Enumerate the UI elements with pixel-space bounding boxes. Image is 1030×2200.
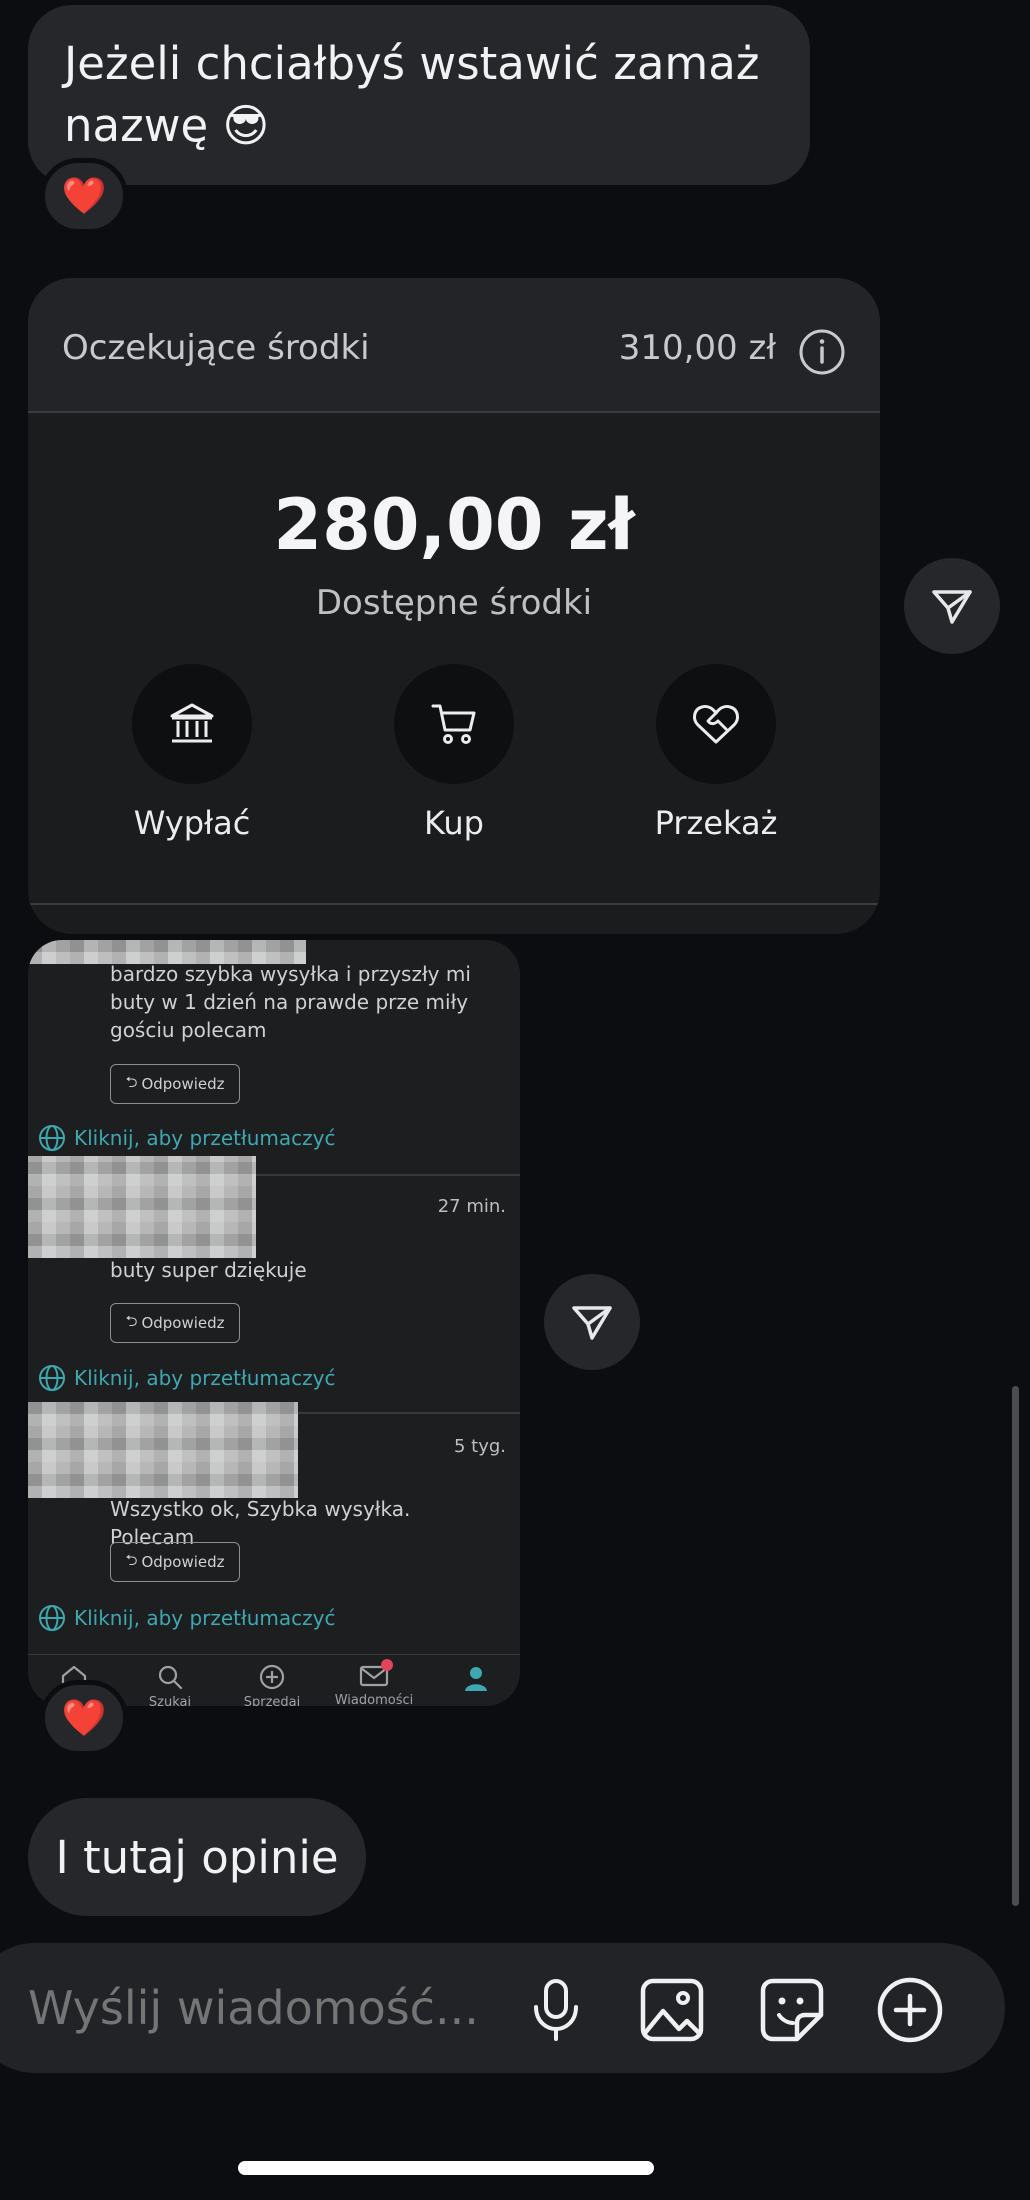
pending-funds-header: Oczekujące środki 310,00 zł: [28, 278, 880, 413]
message-bubble[interactable]: I tutaj opinie: [28, 1798, 366, 1916]
translate-link[interactable]: Kliknij, aby przetłumaczyć: [38, 1364, 335, 1392]
message-bubble[interactable]: Jeżeli chciałbyś wstawić zamaż nazwę 😎: [28, 5, 810, 185]
message-text: Jeżeli chciałbyś wstawić zamaż nazwę 😎: [64, 37, 760, 152]
translate-label: Kliknij, aby przetłumaczyć: [74, 1366, 336, 1390]
gallery-button[interactable]: [638, 1976, 706, 2044]
heart-reaction[interactable]: ❤️: [40, 158, 128, 234]
forward-button[interactable]: [904, 558, 1000, 654]
reviews-screenshot[interactable]: bardzo szybka wysyłka i przyszły mi buty…: [28, 940, 520, 1706]
review-time: 5 tyg.: [453, 1436, 506, 1457]
notification-dot: [381, 1659, 393, 1671]
more-button[interactable]: [876, 1976, 944, 2044]
tab-label: Wiadomości: [334, 1693, 414, 1706]
pending-funds-label: Oczekujące środki: [62, 328, 370, 368]
available-balance-label: Dostępne środki: [315, 583, 593, 623]
tab-search[interactable]: Szukaj: [120, 1663, 220, 1706]
reply-icon: ⮌: [125, 1550, 138, 1569]
sticker-button[interactable]: [758, 1976, 826, 2044]
review-text: bardzo szybka wysyłka i przyszły mi buty…: [110, 962, 471, 1042]
heart-icon: ❤️: [61, 1698, 107, 1739]
reply-label: Odpowiedz: [141, 1553, 225, 1571]
plus-circle-icon: [877, 1977, 943, 2043]
cart-icon: [431, 704, 476, 744]
withdraw-label: Wypłać: [133, 804, 251, 842]
globe-icon: [39, 1605, 65, 1631]
message-text: I tutaj opinie: [55, 1830, 339, 1884]
translate-label: Kliknij, aby przetłumaczyć: [74, 1126, 336, 1150]
tab-profile[interactable]: [426, 1663, 520, 1697]
message-composer: [0, 1943, 1005, 2073]
reply-label: Odpowiedz: [141, 1075, 225, 1093]
reply-button[interactable]: ⮌ Odpowiedz: [110, 1303, 240, 1343]
send-icon: [572, 1306, 612, 1340]
divider: [28, 903, 880, 905]
send-icon: [932, 590, 972, 624]
donate-button[interactable]: Przekaż: [596, 664, 836, 842]
heart-handshake-icon: [693, 705, 739, 744]
translate-link[interactable]: Kliknij, aby przetłumaczyć: [38, 1604, 335, 1632]
globe-icon: [39, 1125, 65, 1151]
scrollbar[interactable]: [1012, 1386, 1019, 1906]
globe-icon: [39, 1365, 65, 1391]
redacted-avatar: [28, 1156, 256, 1258]
donate-label: Przekaż: [654, 804, 778, 842]
translate-label: Kliknij, aby przetłumaczyć: [74, 1606, 336, 1630]
profile-icon: [465, 1667, 487, 1691]
tab-label: Szukaj: [148, 1695, 192, 1706]
image-icon: [640, 1978, 704, 2042]
heart-reaction[interactable]: ❤️: [40, 1680, 128, 1756]
available-balance: 280,00 zł: [273, 484, 635, 566]
reply-label: Odpowiedz: [141, 1314, 225, 1332]
reply-button[interactable]: ⮌ Odpowiedz: [110, 1064, 240, 1104]
home-indicator[interactable]: [238, 2161, 654, 2175]
message-input[interactable]: [28, 1975, 488, 2041]
tab-label: Sprzedaj: [243, 1695, 301, 1706]
info-icon: [799, 329, 845, 375]
withdraw-button[interactable]: Wypłać: [72, 664, 312, 842]
review-time: 27 min.: [437, 1196, 506, 1217]
microphone-icon: [534, 1979, 578, 2041]
translate-link[interactable]: Kliknij, aby przetłumaczyć: [38, 1124, 335, 1152]
tab-messages[interactable]: Wiadomości: [324, 1659, 424, 1706]
voice-button[interactable]: [522, 1976, 590, 2044]
sticker-icon: [760, 1978, 824, 2042]
buy-label: Kup: [424, 804, 484, 842]
reply-icon: ⮌: [125, 1072, 138, 1091]
heart-icon: ❤️: [61, 176, 107, 217]
tab-sell[interactable]: Sprzedaj: [222, 1663, 322, 1706]
reply-icon: ⮌: [125, 1311, 138, 1330]
bank-icon: [170, 703, 214, 743]
forward-button[interactable]: [544, 1274, 640, 1370]
redacted-avatar: [28, 1402, 298, 1498]
buy-button[interactable]: Kup: [334, 664, 574, 842]
plus-circle-icon: [259, 1664, 285, 1690]
reply-button[interactable]: ⮌ Odpowiedz: [110, 1542, 240, 1582]
search-icon: [158, 1665, 183, 1690]
wallet-screenshot[interactable]: Oczekujące środki 310,00 zł 280,00 zł Do…: [28, 278, 880, 934]
review-text: buty super dziękuje: [110, 1258, 307, 1282]
pending-funds-amount: 310,00 zł: [618, 328, 776, 368]
